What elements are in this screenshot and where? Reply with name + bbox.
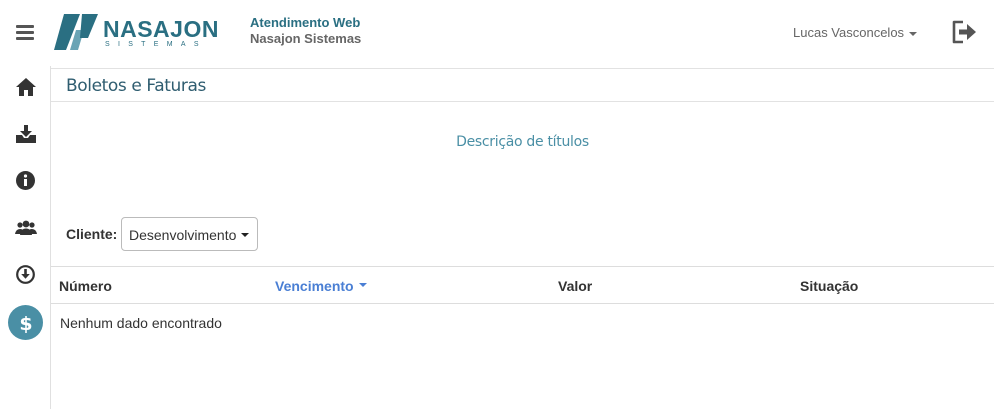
user-menu-dropdown[interactable]: Lucas Vasconcelos — [793, 24, 918, 42]
top-header: NASAJON SISTEMAS Atendimento Web Nasajon… — [0, 0, 994, 66]
sidebar-item-billing[interactable]: $ — [8, 305, 43, 340]
download-tray-icon — [15, 124, 36, 143]
sidebar-item-downloads[interactable] — [8, 116, 43, 151]
nasajon-logo[interactable]: NASAJON SISTEMAS — [54, 14, 224, 50]
page-title: Boletos e Faturas — [66, 76, 206, 96]
table-header: Número Vencimento Valor Situação — [51, 266, 994, 304]
sort-desc-icon — [358, 283, 367, 288]
hamburger-menu-icon[interactable] — [16, 25, 34, 41]
section-description: Descrição de títulos — [456, 134, 589, 150]
sidebar-item-info[interactable] — [8, 163, 43, 198]
home-icon — [15, 77, 36, 96]
column-header-numero[interactable]: Número — [59, 277, 112, 295]
app-subtitle: Nasajon Sistemas — [250, 31, 362, 46]
logo-wordmark: NASAJON — [103, 16, 219, 42]
column-header-situacao[interactable]: Situação — [800, 277, 858, 295]
sidebar-item-download-center[interactable] — [8, 257, 43, 292]
sidebar-item-home[interactable] — [8, 69, 43, 104]
dollar-icon: $ — [19, 313, 32, 333]
client-select-value: Desenvolvimento — [129, 227, 237, 243]
chevron-down-icon — [909, 31, 918, 36]
sidebar-nav: $ — [0, 66, 51, 409]
column-header-valor[interactable]: Valor — [558, 277, 592, 295]
chevron-down-icon — [241, 233, 249, 237]
client-select[interactable]: Desenvolvimento — [121, 217, 258, 251]
download-circle-icon — [16, 265, 35, 284]
user-name: Lucas Vasconcelos — [793, 25, 905, 40]
panel-header: Boletos e Faturas — [51, 68, 994, 102]
sidebar-item-users[interactable] — [8, 210, 43, 245]
logo-mark-icon — [54, 14, 98, 50]
svg-text:$: $ — [19, 313, 32, 333]
app-title: Atendimento Web — [250, 15, 361, 30]
logout-icon[interactable] — [950, 19, 978, 45]
info-icon — [16, 171, 35, 190]
column-header-vencimento[interactable]: Vencimento — [275, 277, 367, 295]
main-content: Boletos e Faturas Descrição de títulos C… — [51, 66, 994, 409]
client-label: Cliente: — [66, 226, 118, 242]
users-icon — [14, 220, 37, 235]
column-header-vencimento-label: Vencimento — [275, 278, 354, 294]
logo-subtitle: SISTEMAS — [105, 41, 207, 48]
empty-table-message: Nenhum dado encontrado — [60, 315, 222, 331]
